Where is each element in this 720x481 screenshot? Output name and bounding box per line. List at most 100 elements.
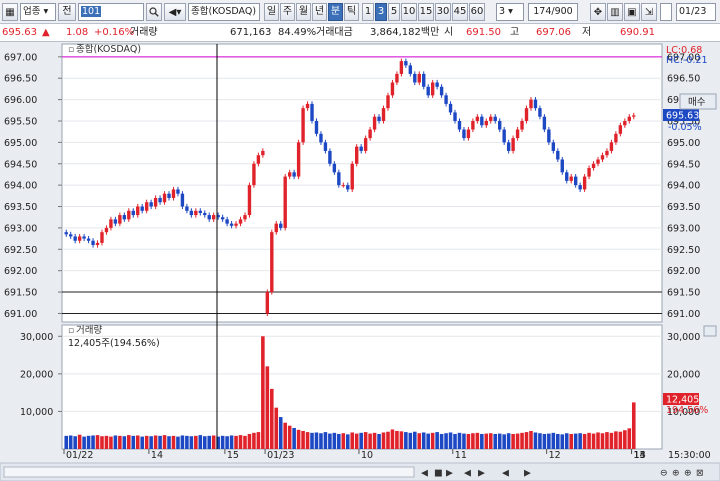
volume-bar [569, 433, 573, 449]
time-label: 15:30:00 [668, 450, 711, 461]
candle-body [149, 202, 153, 207]
jeon-button[interactable]: 전 [58, 3, 76, 21]
prev-icon[interactable]: ◀ [464, 469, 471, 479]
volume-bar [515, 433, 520, 449]
candle-body [560, 159, 564, 173]
period-button-4[interactable]: 분 [328, 3, 343, 21]
candle-body [162, 193, 167, 203]
volume-bar [238, 435, 243, 449]
volume-collapse-icon[interactable] [703, 325, 717, 337]
volume-bar [270, 388, 274, 449]
period-button-1[interactable]: 주 [280, 3, 295, 21]
volume-bar [488, 433, 493, 449]
scroll-right-icon[interactable]: ▶ [524, 469, 531, 479]
interval-button-10[interactable]: 10 [401, 3, 417, 21]
x-tick-label: 15 [227, 450, 239, 461]
candle-body [426, 86, 430, 96]
scroll-left-icon[interactable]: ◀ [502, 469, 509, 479]
candle-body [212, 215, 216, 220]
scrollbar[interactable]: ◀ ■ ▶ ◀ ▶ ◀ ▶ ⊖ ⊕ ⊕ ⊠ [0, 462, 720, 481]
volume-pct: 84.49% [278, 27, 317, 38]
current-price: 695.63 [2, 27, 37, 38]
volume-bar [426, 433, 430, 449]
volume-bar [395, 430, 399, 449]
volume-bar [314, 432, 319, 449]
interval-button-45[interactable]: 45 [452, 3, 468, 21]
market-select[interactable]: 업종 ▾ [20, 3, 56, 21]
volume-bar [354, 433, 359, 449]
scroll-last-icon[interactable]: ▶ [446, 469, 453, 479]
period-button-0[interactable]: 일 [264, 3, 279, 21]
grid-icon[interactable]: ▦ [2, 3, 18, 21]
volume-bar [444, 433, 448, 449]
volume-bar [457, 432, 462, 449]
period-button-2[interactable]: 월 [296, 3, 311, 21]
candle-body [623, 120, 627, 126]
chart-area[interactable]: 697.00 696.50 696.00 695.50 695.00 694.50 694.… [0, 42, 720, 481]
price-panel [61, 43, 663, 323]
scrollbar-thumb[interactable] [3, 466, 415, 478]
zoom-reset-icon[interactable]: ⊠ [696, 469, 704, 479]
zoom-in-icon-2[interactable]: ⊕ [684, 469, 692, 479]
volume-bar [578, 433, 582, 449]
amount-label: 거래대금 [316, 27, 353, 38]
stop-icon[interactable]: ■ [434, 469, 443, 479]
chart-settings-icon[interactable]: ▥ [607, 3, 623, 21]
zoom-out-icon[interactable]: ⊖ [660, 469, 668, 479]
volume-bar [64, 435, 69, 449]
move-icon[interactable]: ✥ [590, 3, 606, 21]
volume-bar [292, 427, 296, 449]
volume-bar [345, 434, 350, 449]
candle-body [198, 210, 202, 213]
zoom-in-icon[interactable]: ⊕ [672, 469, 680, 479]
candle-body [86, 238, 91, 241]
volume-bar [229, 435, 234, 449]
low-value: 690.91 [620, 27, 655, 38]
volume-bar [256, 432, 261, 449]
code-input[interactable]: 101 [78, 3, 144, 21]
save-icon[interactable]: ▣ [624, 3, 640, 21]
scroll-first-icon[interactable]: ◀ [421, 469, 428, 479]
candle-body [270, 232, 274, 293]
volume-bar [511, 433, 515, 449]
candle-body [408, 65, 413, 74]
interval-button-1[interactable]: 1 [362, 3, 374, 21]
candle-body [515, 129, 520, 139]
period-button-5[interactable]: 틱 [344, 3, 359, 21]
date-checkbox[interactable] [660, 3, 672, 21]
candle-body [77, 236, 82, 241]
candle-body [301, 108, 305, 143]
search-icon[interactable] [146, 3, 162, 21]
price-tick-label-left: 693.00 [4, 223, 37, 234]
price-tick-label-left: 692.50 [4, 245, 37, 256]
interval-button-5[interactable]: 5 [388, 3, 400, 21]
sell-button[interactable]: 매수 [679, 93, 717, 110]
candle-body [287, 172, 292, 177]
price-tick-label-right: 692.00 [667, 266, 700, 277]
candle-body [386, 95, 390, 109]
interval-button-60[interactable]: 60 [469, 3, 485, 21]
candle-body [520, 120, 524, 130]
interval-button-30[interactable]: 30 [435, 3, 451, 21]
period-button-3[interactable]: 년 [312, 3, 327, 21]
next-icon[interactable]: ▶ [478, 469, 485, 479]
candle-body [104, 227, 109, 233]
candle-body [480, 116, 484, 126]
candle-body [256, 155, 261, 164]
candle-body [404, 61, 408, 66]
interval-select[interactable]: 3 ▾ [496, 3, 524, 21]
interval-button-3[interactable]: 3 [375, 3, 387, 21]
speaker-icon[interactable]: ◀▾ [164, 3, 186, 21]
volume-bar [82, 436, 86, 449]
candle-body [136, 206, 140, 216]
export-icon[interactable]: ⇲ [641, 3, 657, 21]
x-tick-label: 15 [634, 450, 646, 461]
date-field[interactable]: 01/23 [676, 3, 716, 21]
x-tick-label: 11 [455, 450, 467, 461]
interval-button-15[interactable]: 15 [418, 3, 434, 21]
volume-bar [439, 433, 444, 449]
volume-bar [453, 433, 457, 449]
candle-body [194, 210, 198, 216]
volume-bar [399, 431, 404, 449]
volume-bar [363, 432, 368, 449]
